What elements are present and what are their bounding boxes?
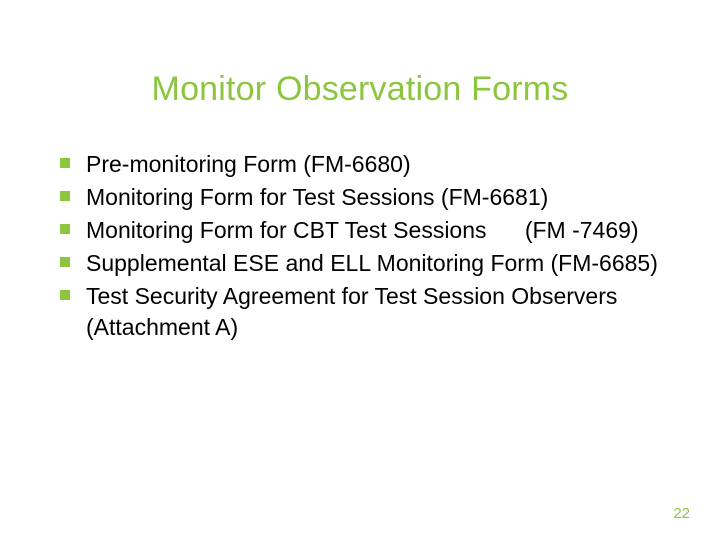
slide-title: Monitor Observation Forms: [50, 70, 670, 109]
list-item: Monitoring Form for CBT Test Sessions (F…: [60, 215, 670, 246]
list-item: Monitoring Form for Test Sessions (FM-66…: [60, 182, 670, 213]
list-item: Supplemental ESE and ELL Monitoring Form…: [60, 248, 670, 279]
slide: Monitor Observation Forms Pre-monitoring…: [0, 0, 720, 540]
page-number: 22: [673, 505, 690, 522]
list-item: Pre-monitoring Form (FM-6680): [60, 149, 670, 180]
bullet-list: Pre-monitoring Form (FM-6680) Monitoring…: [60, 149, 670, 343]
list-item: Test Security Agreement for Test Session…: [60, 281, 670, 343]
